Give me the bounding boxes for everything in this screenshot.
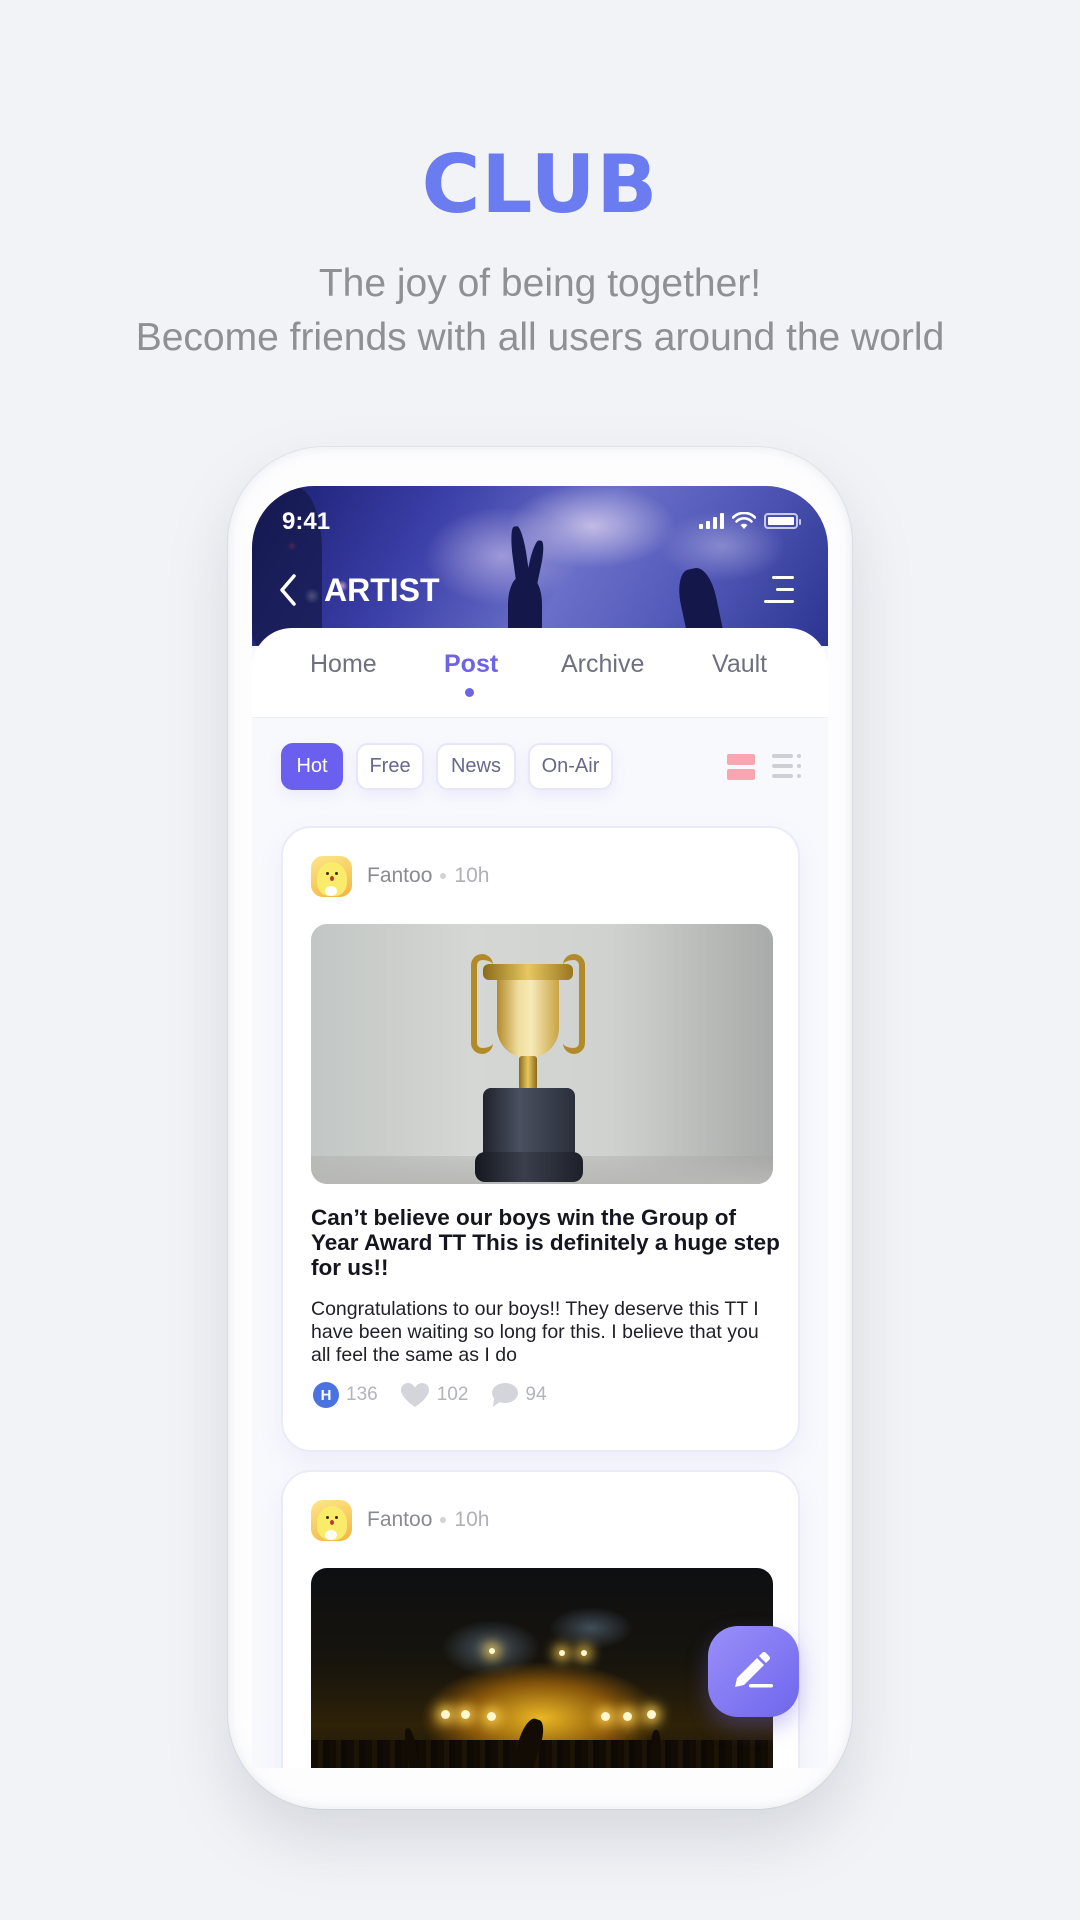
card-view-icon bbox=[727, 754, 755, 765]
post-card[interactable]: Fantoo 10h bbox=[281, 1470, 800, 1768]
h-badge-icon: H bbox=[313, 1382, 339, 1408]
author-name[interactable]: Fantoo bbox=[367, 864, 432, 888]
header-background-image bbox=[252, 486, 828, 651]
post-image-concert[interactable] bbox=[311, 1568, 773, 1768]
active-tab-indicator bbox=[465, 688, 474, 697]
post-meta: Fantoo 10h bbox=[367, 1508, 489, 1532]
promo-subtitle-line1: The joy of being together! bbox=[318, 262, 762, 305]
comment-stat[interactable]: 94 bbox=[490, 1382, 547, 1408]
author-name[interactable]: Fantoo bbox=[367, 1508, 432, 1532]
tab-vault[interactable]: Vault bbox=[712, 650, 767, 679]
filter-chip-news[interactable]: News bbox=[436, 743, 516, 790]
battery-icon bbox=[764, 513, 801, 529]
menu-icon bbox=[772, 576, 794, 579]
status-time: 9:41 bbox=[282, 508, 331, 535]
wifi-icon bbox=[732, 512, 756, 529]
cellular-signal-icon bbox=[699, 513, 724, 529]
card-view-button[interactable] bbox=[727, 754, 755, 780]
post-card[interactable]: Fantoo 10h Can’t believe our boys win th… bbox=[281, 826, 800, 1452]
post-time: 10h bbox=[454, 1508, 490, 1531]
separator-dot bbox=[440, 1517, 447, 1523]
post-body[interactable]: Congratulations to our boys!! They deser… bbox=[311, 1298, 781, 1367]
write-post-button[interactable] bbox=[708, 1626, 799, 1717]
filter-chip-on-air[interactable]: On-Air bbox=[528, 743, 613, 790]
author-avatar[interactable] bbox=[311, 856, 352, 897]
h-points-stat[interactable]: H 136 bbox=[313, 1382, 378, 1408]
author-avatar[interactable] bbox=[311, 1500, 352, 1541]
tab-archive[interactable]: Archive bbox=[561, 650, 644, 679]
status-icons bbox=[699, 512, 801, 530]
post-stats: H 136 102 94 bbox=[313, 1382, 561, 1408]
post-title[interactable]: Can’t believe our boys win the Group of … bbox=[311, 1205, 781, 1280]
list-view-button[interactable] bbox=[772, 754, 802, 780]
back-button[interactable] bbox=[274, 570, 304, 610]
phone-screen: 9:41 ARTIST Home Post Archive Vault Hot … bbox=[252, 486, 828, 1768]
filter-chip-free[interactable]: Free bbox=[356, 743, 424, 790]
promo-subtitle-line2: Become friends with all users around the… bbox=[135, 316, 945, 359]
post-time: 10h bbox=[454, 864, 490, 887]
filter-chip-hot[interactable]: Hot bbox=[281, 743, 343, 790]
comment-bubble-icon bbox=[492, 1383, 519, 1407]
like-count: 102 bbox=[436, 1384, 469, 1405]
menu-button[interactable] bbox=[764, 576, 794, 604]
like-stat[interactable]: 102 bbox=[400, 1382, 469, 1408]
tab-bar: Home Post Archive Vault bbox=[252, 628, 828, 718]
chevron-left-icon bbox=[280, 574, 296, 606]
post-meta: Fantoo 10h bbox=[367, 864, 489, 888]
tab-home[interactable]: Home bbox=[310, 650, 377, 679]
post-image-trophy[interactable] bbox=[311, 924, 773, 1184]
heart-icon bbox=[400, 1383, 429, 1407]
promo-title: CLUB bbox=[421, 138, 659, 231]
pencil-icon bbox=[734, 1651, 773, 1687]
separator-dot bbox=[440, 873, 447, 879]
list-view-icon bbox=[772, 754, 793, 758]
h-points-count: 136 bbox=[346, 1384, 378, 1405]
comment-count: 94 bbox=[525, 1384, 547, 1405]
header-title: ARTIST bbox=[324, 572, 440, 608]
tab-post[interactable]: Post bbox=[444, 650, 498, 679]
